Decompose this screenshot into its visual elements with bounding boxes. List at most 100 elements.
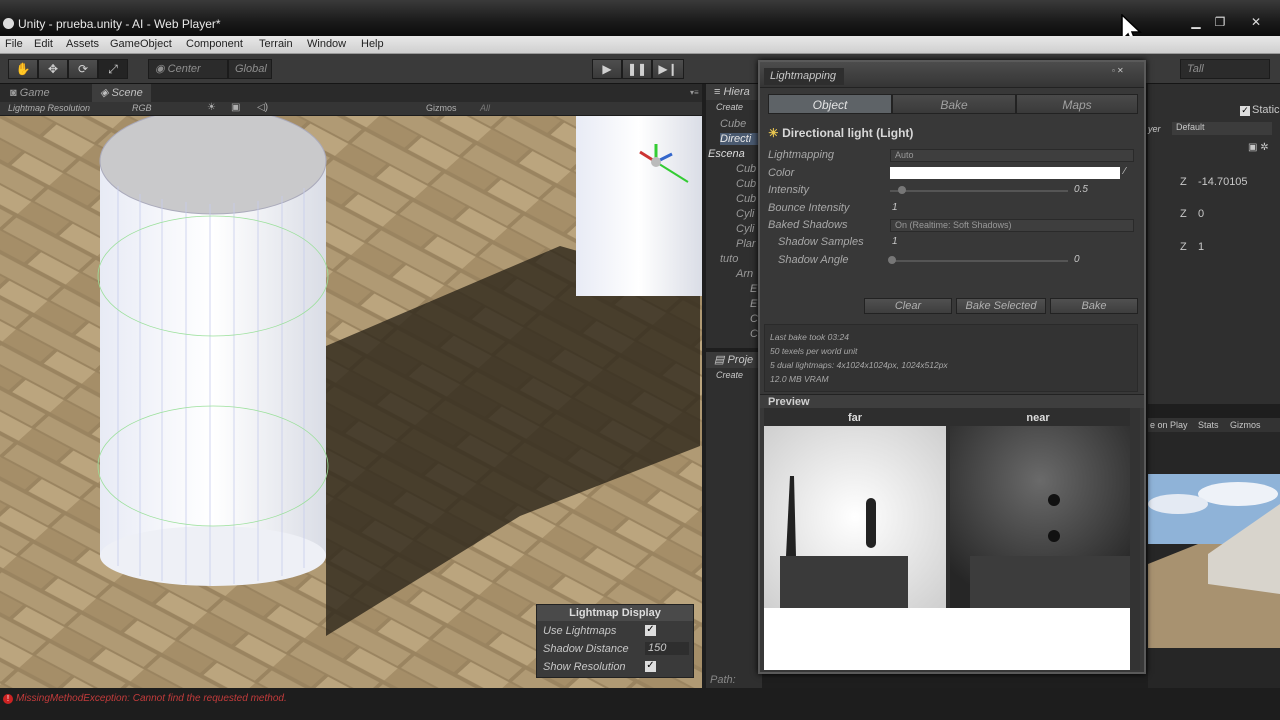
list-item[interactable]: Cube [720, 118, 746, 130]
shadow-distance-label: Shadow Distance [543, 643, 629, 655]
shadow-angle-slider-thumb[interactable] [888, 256, 896, 264]
list-item[interactable]: Plar [736, 238, 756, 250]
game-gizmos-dropdown[interactable]: Gizmos [1230, 418, 1261, 432]
baked-shadows-dropdown[interactable]: On (Realtime: Soft Shadows) [890, 219, 1134, 232]
pause-icon[interactable]: ❚❚ [622, 59, 652, 79]
image-icon[interactable]: ▣ [231, 102, 240, 113]
scale-z-label: Z [1180, 241, 1187, 253]
inspector-panel: ✓ Static yer Default ▣ ✲ Z -14.70105 Z 0… [1148, 84, 1280, 404]
menu-terrain[interactable]: Terrain [259, 38, 293, 50]
gizmos-dropdown[interactable]: Gizmos [426, 103, 457, 113]
list-item[interactable]: E [750, 283, 757, 295]
render-mode-dropdown[interactable]: Lightmap Resolution [8, 103, 90, 113]
minimize-icon[interactable]: ▁ [1186, 14, 1206, 30]
tab-bake[interactable]: Bake [892, 94, 1016, 114]
step-icon[interactable]: ▶❙ [652, 59, 684, 79]
tab-project[interactable]: ▤ Proje [706, 352, 762, 368]
scale-tool-icon[interactable]: ⤢ [98, 59, 128, 79]
status-bar: ! MissingMethodException: Cannot find th… [0, 688, 1280, 720]
bounce-intensity-field[interactable]: 1 [892, 202, 898, 213]
lightmapping-mode-dropdown[interactable]: Auto [890, 149, 1134, 162]
hand-tool-icon[interactable]: ✋ [8, 59, 38, 79]
tab-object[interactable]: Object [768, 94, 892, 114]
layout-dropdown[interactable]: Tall [1180, 59, 1270, 79]
window-options-icon[interactable]: ▫ ✕ [1112, 66, 1124, 75]
move-tool-icon[interactable]: ✥ [38, 59, 68, 79]
shadow-angle-slider[interactable] [890, 260, 1068, 262]
info-line: 12.0 MB VRAM [770, 374, 829, 384]
lightmapping-mode-label: Lightmapping [768, 149, 835, 161]
tab-maps[interactable]: Maps [1016, 94, 1138, 114]
use-lightmaps-checkbox[interactable]: ✓ [645, 625, 656, 636]
menu-window[interactable]: Window [307, 38, 346, 50]
object-title: ☀ Directional light (Light) [768, 126, 913, 140]
list-item[interactable]: Cub [736, 193, 756, 205]
scale-z-field[interactable]: 1 [1198, 241, 1204, 253]
shadow-angle-field[interactable]: 0 [1074, 254, 1080, 265]
shadow-distance-field[interactable]: 150 [645, 642, 689, 655]
tab-game[interactable]: ◙ Game [2, 84, 58, 102]
game-view-bar: e on Play Stats Gizmos [1148, 418, 1280, 432]
play-icon[interactable]: ▶ [592, 59, 622, 79]
lightmapping-tab[interactable]: Lightmapping [764, 68, 844, 85]
bake-button[interactable]: Bake [1050, 298, 1138, 314]
menu-assets[interactable]: Assets [66, 38, 99, 50]
scene-search-input[interactable]: All [480, 103, 490, 113]
menu-edit[interactable]: Edit [34, 38, 53, 50]
color-mode-dropdown[interactable]: RGB [132, 103, 152, 113]
preview-near-label: near [1026, 412, 1050, 424]
intensity-slider-thumb[interactable] [898, 186, 906, 194]
audio-icon[interactable]: ◁) [257, 102, 268, 113]
maximize-on-play-toggle[interactable]: e on Play [1150, 418, 1188, 432]
shadow-samples-field[interactable]: 1 [892, 236, 898, 247]
stats-toggle[interactable]: Stats [1198, 418, 1219, 432]
static-checkbox[interactable]: ✓ [1240, 106, 1250, 116]
restore-icon[interactable]: ❐ [1210, 14, 1230, 30]
menu-bar: File Edit Assets GameObject Component Te… [0, 36, 1280, 54]
intensity-slider[interactable] [890, 190, 1068, 192]
show-resolution-checkbox[interactable]: ✓ [645, 661, 656, 672]
menu-component[interactable]: Component [186, 38, 243, 50]
preview-scrollbar[interactable] [1130, 408, 1140, 670]
list-item[interactable]: Arn [736, 268, 753, 280]
status-error-message[interactable]: MissingMethodException: Cannot find the … [16, 693, 287, 704]
list-item[interactable]: Escena [708, 148, 745, 160]
menu-help[interactable]: Help [361, 38, 384, 50]
color-swatch[interactable] [890, 167, 1120, 179]
rotate-tool-icon[interactable]: ⟳ [68, 59, 98, 79]
pivot-toggle[interactable]: ◉ Center [148, 59, 228, 79]
panel-menu-icon[interactable]: ▾≡ [690, 88, 699, 97]
list-item[interactable]: Cyli [736, 208, 754, 220]
color-label: Color [768, 167, 795, 179]
hierarchy-create-dropdown[interactable]: Create [716, 102, 743, 112]
list-item[interactable]: C [750, 313, 758, 325]
list-item[interactable]: Cub [736, 163, 756, 175]
list-item[interactable]: C [750, 328, 758, 340]
scene-viewport[interactable]: Lightmap Display Use Lightmaps ✓ Shadow … [0, 116, 702, 688]
position-z-field[interactable]: -14.70105 [1198, 176, 1248, 188]
list-item[interactable]: Directi [720, 133, 762, 145]
scene-control-bar: Lightmap Resolution RGB ☀ ▣ ◁) Gizmos Al… [0, 102, 702, 116]
list-item[interactable]: E [750, 298, 757, 310]
space-toggle[interactable]: Global [228, 59, 272, 79]
tab-hierarchy-label: Hiera [723, 86, 750, 98]
layer-dropdown[interactable]: Default [1172, 122, 1272, 135]
use-lightmaps-label: Use Lightmaps [543, 625, 617, 637]
rotation-z-field[interactable]: 0 [1198, 208, 1204, 220]
close-icon[interactable]: ✕ [1246, 14, 1266, 30]
tab-scene[interactable]: ◈ Scene [92, 84, 151, 102]
error-icon: ! [3, 694, 13, 704]
menu-gameobject[interactable]: GameObject [110, 38, 172, 50]
list-item[interactable]: tuto [720, 253, 738, 265]
project-create-dropdown[interactable]: Create [716, 370, 743, 380]
lighting-icon[interactable]: ☀ [207, 102, 216, 113]
bake-selected-button[interactable]: Bake Selected [956, 298, 1046, 314]
clear-button[interactable]: Clear [864, 298, 952, 314]
menu-file[interactable]: File [5, 38, 23, 50]
tab-hierarchy[interactable]: ≡ Hiera [706, 84, 762, 100]
show-resolution-label: Show Resolution [543, 661, 626, 673]
intensity-field[interactable]: 0.5 [1074, 184, 1088, 195]
list-item[interactable]: Cub [736, 178, 756, 190]
list-item[interactable]: Cyli [736, 223, 754, 235]
eyedropper-icon[interactable]: ⁄ [1124, 166, 1126, 177]
